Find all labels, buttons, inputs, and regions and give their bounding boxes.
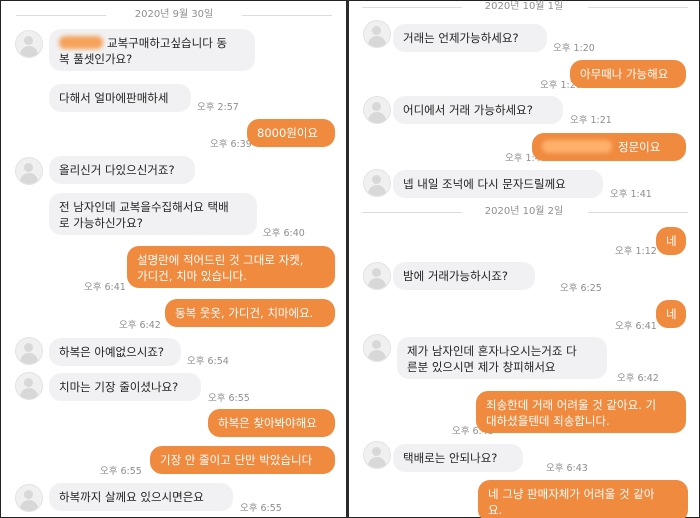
date-separator: 2020년 10월 2일	[350, 205, 698, 219]
message-time: 오후 6:55	[100, 466, 142, 477]
message-time: 오후 6:54	[187, 356, 229, 367]
chat-column-left[interactable]: 2020년 9월 30일 교복구매하고싶습니다 동 복 풀셋인가요? 다해서 얼…	[2, 0, 346, 518]
message-time: 오후 2:57	[197, 102, 239, 113]
message-bubble: 다해서 얼마에판매하세	[49, 84, 191, 112]
avatar[interactable]	[15, 337, 43, 365]
avatar[interactable]	[363, 262, 391, 290]
message-bubble: 하복은 아예없으시죠?	[49, 338, 181, 366]
message-time: 오후 6:40	[263, 228, 305, 239]
message-time: 오후 6:41	[84, 282, 126, 293]
avatar[interactable]	[15, 30, 43, 58]
date-separator: 2020년 9월 30일	[2, 8, 346, 22]
message-bubble: 기장 안 줄이고 단만 박았습니다	[150, 446, 335, 474]
message-bubble: 네	[656, 227, 686, 255]
message-bubble: 네	[656, 300, 686, 328]
message-bubble: 8000원이요	[247, 119, 335, 147]
message-time: 오후 6:42	[119, 320, 161, 331]
avatar[interactable]	[15, 484, 43, 512]
message-time: 오후 6:55	[208, 393, 250, 404]
message-bubble: 올리신거 다있으신거죠?	[49, 156, 195, 184]
message-bubble: 제가 남자인데 혼자나오시는거죠 다 른분 있으시면 제가 창피해서요	[397, 337, 607, 379]
redacted-text	[59, 36, 103, 49]
message-bubble: 하복은 찾아봐야해요	[208, 409, 335, 437]
message-bubble: 하복까지 살께요 있으시면은요	[49, 483, 233, 511]
redacted-text	[542, 140, 612, 153]
avatar[interactable]	[15, 157, 43, 185]
avatar[interactable]	[363, 96, 391, 124]
message-bubble: 넵 내일 조넉에 다시 문자드릴께요	[393, 170, 603, 198]
message-time: 오후 1:41	[610, 189, 652, 200]
message-bubble: 죄송한데 거래 어려울 것 같아요. 기 대하셨을텐데 죄송합니다.	[476, 391, 686, 433]
message-time: 오후 6:42	[617, 373, 659, 384]
message-bubble: 전 남자인데 교복을수집해서요 택배 로 가능하신가요?	[49, 193, 257, 235]
message-bubble: 설명란에 적어드린 것 그대로 자켓, 가디건, 치마 있습니다.	[127, 246, 335, 288]
message-bubble: 택배로는 안되나요?	[393, 444, 523, 472]
message-bubble: 밤에 거래가능하시죠?	[393, 262, 535, 290]
column-divider	[346, 0, 349, 518]
avatar[interactable]	[363, 20, 391, 48]
avatar[interactable]	[363, 169, 391, 197]
message-time: 오후 1:21	[570, 115, 612, 126]
message-time: 오후 6:39	[210, 139, 252, 150]
date-separator: 2020년 10월 1일	[350, 0, 698, 14]
message-bubble: 치마는 기장 줄이셨나요?	[49, 373, 201, 401]
avatar[interactable]	[363, 334, 391, 362]
message-bubble: 네 그냥 판매자체가 어려울 것 같아 요.	[478, 480, 688, 518]
message-time: 오후 6:25	[560, 283, 602, 294]
message-bubble: 동복 웃옷, 가디건, 치마에요.	[165, 299, 335, 327]
message-time: 오후 6:43	[546, 463, 588, 474]
message-time: 오후 1:20	[553, 43, 595, 54]
message-time: 오후 6:55	[240, 503, 282, 514]
message-bubble: 거래는 언제가능하세요?	[393, 24, 547, 52]
avatar[interactable]	[15, 372, 43, 400]
message-time: 오후 6:41	[615, 321, 657, 332]
message-bubble: 어디에서 거래 가능하세요?	[393, 96, 563, 124]
avatar[interactable]	[363, 441, 391, 469]
message-bubble: 교복구매하고싶습니다 동 복 풀셋인가요?	[49, 29, 255, 71]
message-time: 오후 1:12	[615, 246, 657, 257]
chat-column-right[interactable]: 2020년 10월 1일 거래는 언제가능하세요? 오후 1:20 오후 1:2…	[350, 0, 698, 518]
message-bubble: 아무때나 가능해요	[570, 60, 686, 88]
message-bubble: 정문이요	[532, 133, 686, 161]
